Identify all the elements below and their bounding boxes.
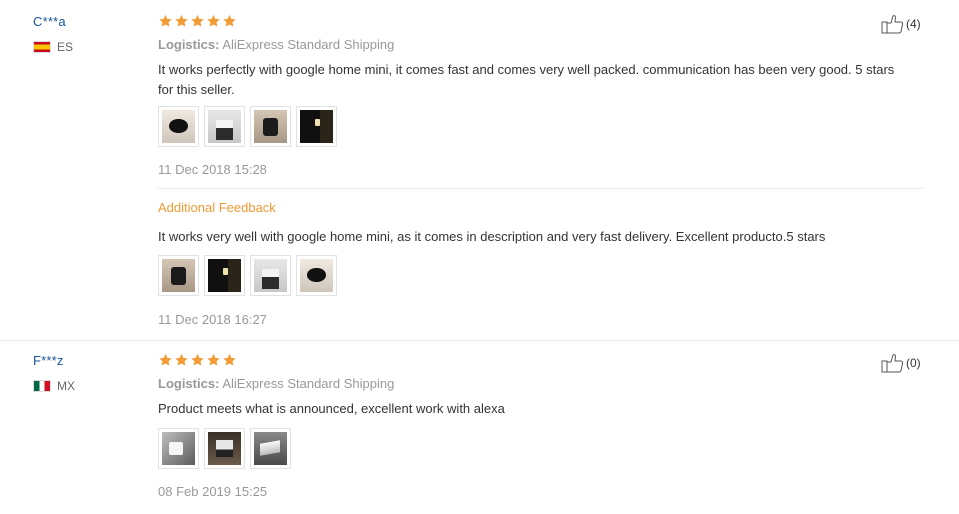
review-date: 08 Feb 2019 15:25 [158,484,268,499]
helpful-count: (0) [906,356,921,370]
reviewer-name: C***a [33,14,66,29]
reviewer-country: ES [33,40,73,54]
review-text: Product meets what is announced, excelle… [158,401,505,416]
additional-feedback-date: 11 Dec 2018 16:27 [158,312,267,327]
additional-feedback-text: It works very well with google home mini… [158,229,826,244]
star-icon [159,14,172,27]
logistics-label: Logistics: [158,376,220,391]
review-photo-thumbnail[interactable] [158,106,199,147]
star-icon [223,14,236,27]
review-photos [158,428,291,469]
spain-flag-icon [33,41,51,53]
review-photo-thumbnail[interactable] [296,255,337,296]
helpful-button[interactable]: (0) [881,353,921,373]
country-code: ES [57,40,74,54]
star-icon [207,353,220,366]
logistics-value: AliExpress Standard Shipping [222,37,395,52]
reviewer-name: F***z [33,353,64,368]
review-text: It works perfectly with google home mini… [158,62,895,97]
review-item: F***z MX (0) Logistics: AliExpress Stand… [0,340,959,514]
logistics-info: Logistics: AliExpress Standard Shipping [158,37,394,52]
helpful-count: (4) [906,17,921,31]
star-icon [159,353,172,366]
reviewer-country: MX [33,379,75,393]
review-photo-thumbnail[interactable] [204,255,245,296]
star-rating [158,353,237,367]
review-date: 11 Dec 2018 15:28 [158,162,267,177]
logistics-info: Logistics: AliExpress Standard Shipping [158,376,394,391]
additional-feedback-photos [158,255,337,296]
star-icon [191,14,204,27]
star-icon [175,14,188,27]
mexico-flag-icon [33,380,51,392]
review-photo-thumbnail[interactable] [250,255,291,296]
logistics-label: Logistics: [158,37,220,52]
feedback-divider [158,188,923,189]
review-photo-thumbnail[interactable] [204,428,245,469]
star-icon [191,353,204,366]
review-photo-thumbnail[interactable] [296,106,337,147]
thumbs-up-icon [881,15,904,34]
logistics-value: AliExpress Standard Shipping [222,376,395,391]
star-icon [207,14,220,27]
review-item: C***a ES (4) Logistics: AliExpress Stand… [0,0,959,341]
review-photos [158,106,337,147]
country-code: MX [57,379,75,393]
review-photo-thumbnail[interactable] [158,255,199,296]
star-icon [175,353,188,366]
review-photo-thumbnail[interactable] [158,428,199,469]
additional-feedback-title: Additional Feedback [158,200,276,215]
star-icon [223,353,236,366]
review-photo-thumbnail[interactable] [250,428,291,469]
thumbs-up-icon [881,354,904,373]
review-photo-thumbnail[interactable] [204,106,245,147]
review-photo-thumbnail[interactable] [250,106,291,147]
star-rating [158,14,237,28]
helpful-button[interactable]: (4) [881,14,921,34]
